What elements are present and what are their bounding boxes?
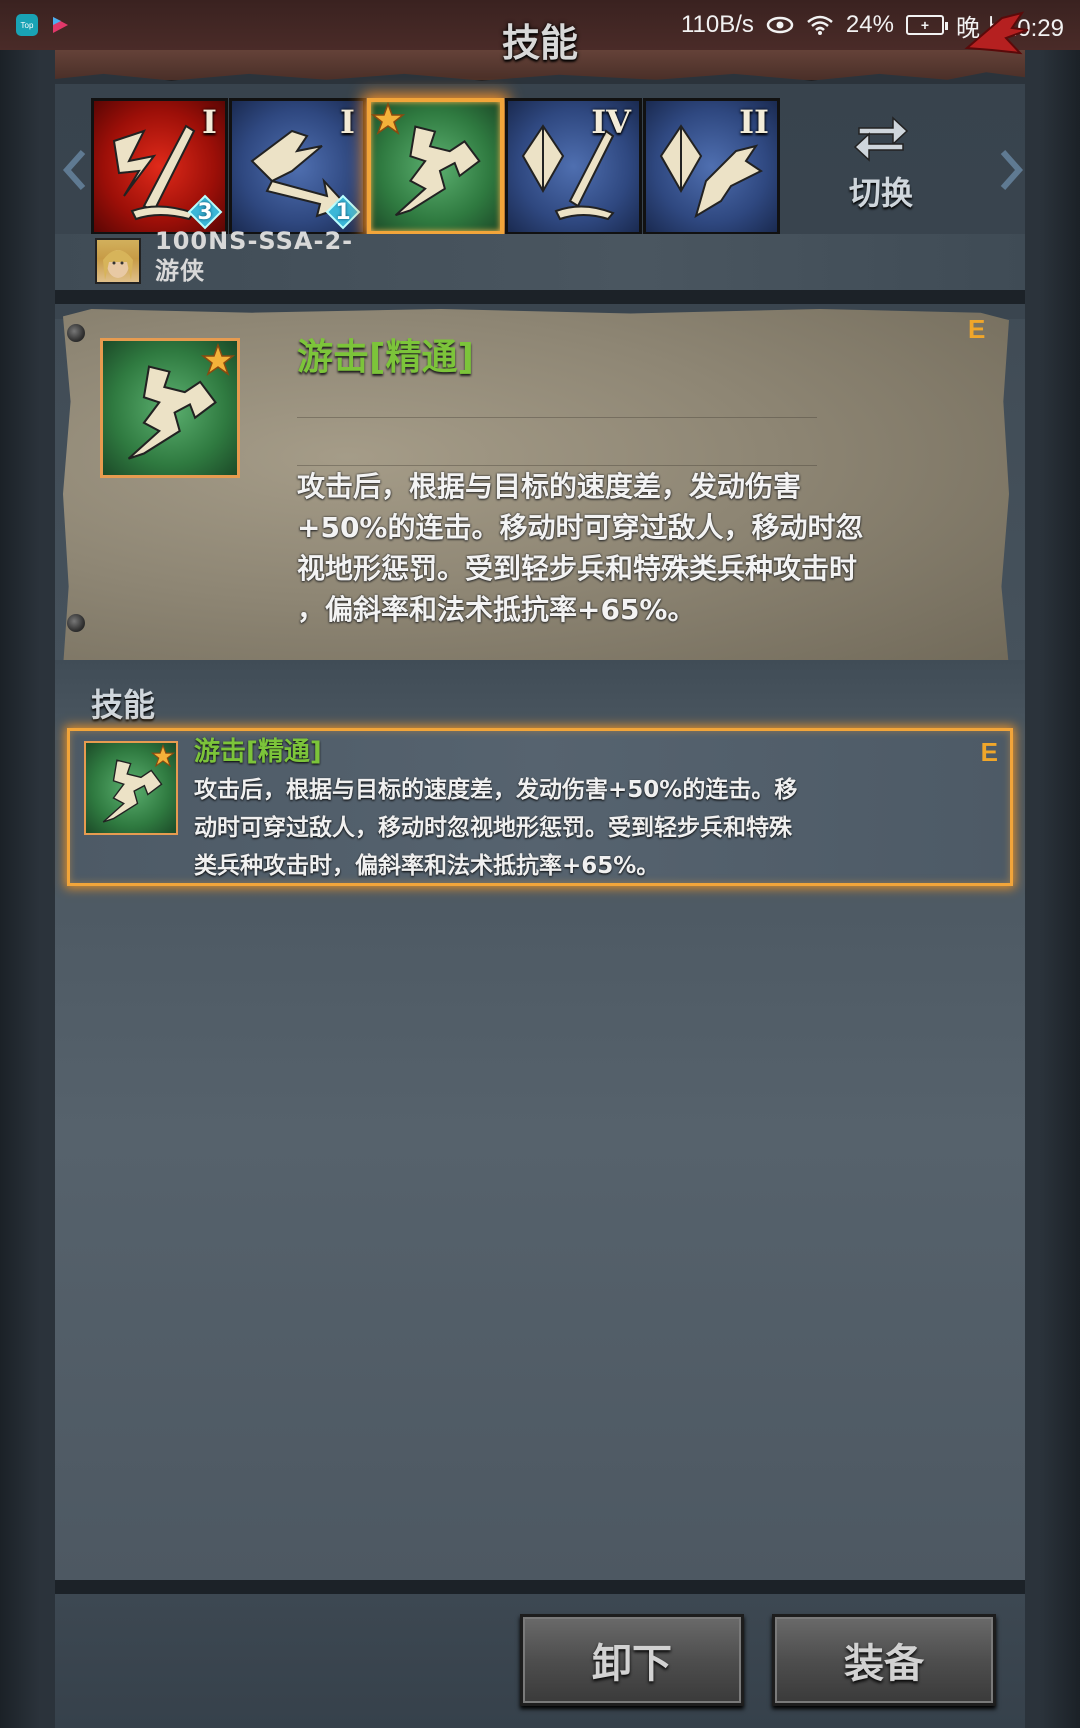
list-skill-icon bbox=[84, 741, 178, 835]
hero-name: 100NS-SSA-2-游侠 bbox=[155, 227, 354, 285]
star-icon bbox=[151, 744, 175, 768]
nail-decoration bbox=[67, 324, 85, 342]
skill-slot-2[interactable]: I 1 bbox=[229, 98, 366, 235]
hero-row: 100NS-SSA-2-游侠 bbox=[55, 227, 1025, 292]
list-item[interactable]: 游击[精通] E 攻击后，根据与目标的速度差，发动伤害+50%的连击。移 动时可… bbox=[67, 728, 1013, 886]
skill-tier: I bbox=[202, 103, 217, 141]
divider bbox=[55, 1580, 1025, 1594]
detail-skill-icon bbox=[100, 338, 240, 478]
switch-button[interactable]: 切换 bbox=[826, 112, 936, 222]
skill-grade: E bbox=[968, 314, 986, 344]
star-icon bbox=[201, 343, 235, 376]
gem-badge: 3 bbox=[187, 194, 223, 230]
section-title: 技能 bbox=[91, 686, 156, 724]
skill-tier: II bbox=[739, 103, 769, 141]
divider bbox=[55, 290, 1025, 304]
swap-arrows-icon bbox=[853, 116, 909, 162]
close-claw-icon[interactable] bbox=[962, 8, 1032, 68]
skill-slot-4[interactable]: IV bbox=[505, 98, 642, 235]
avatar[interactable] bbox=[95, 238, 141, 284]
detail-ruled-lines bbox=[297, 370, 817, 466]
skill-slot-5[interactable]: II bbox=[643, 98, 780, 235]
detail-description: 攻击后，根据与目标的速度差，发动伤害 +50%的连击。移动时可穿过敌人，移动时忽… bbox=[297, 470, 864, 626]
gem-badge: 1 bbox=[325, 194, 361, 230]
main-panel: I 3 I 1 IV II 切换 100NS-SSA-2-游侠 E 游击[精通]… bbox=[55, 84, 1025, 1584]
skill-tier: I bbox=[340, 103, 355, 141]
skill-tier: IV bbox=[591, 103, 631, 141]
list-skill-grade: E bbox=[980, 737, 998, 767]
chevron-right-icon[interactable] bbox=[997, 148, 1025, 192]
unequip-button[interactable]: 卸下 bbox=[520, 1614, 744, 1706]
page-title: 技能 bbox=[501, 21, 578, 65]
list-skill-description: 攻击后，根据与目标的速度差，发动伤害+50%的连击。移 动时可穿过敌人，移动时忽… bbox=[194, 777, 798, 879]
list-skill-title: 游击[精通] bbox=[194, 737, 322, 767]
equip-button[interactable]: 装备 bbox=[772, 1614, 996, 1706]
star-icon bbox=[371, 102, 405, 135]
skill-slot-1[interactable]: I 3 bbox=[91, 98, 228, 235]
skill-slot-3[interactable] bbox=[367, 98, 504, 235]
chevron-left-icon[interactable] bbox=[61, 148, 89, 192]
nail-decoration bbox=[67, 614, 85, 632]
switch-label: 切换 bbox=[848, 174, 913, 212]
